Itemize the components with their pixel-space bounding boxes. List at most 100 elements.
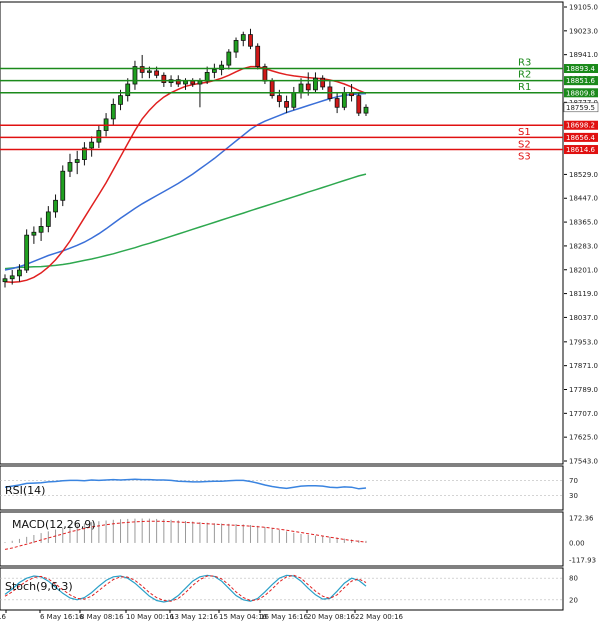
- level-name-r1: R1: [518, 82, 531, 93]
- candle-body: [226, 51, 232, 66]
- y-tick-label: 18283.0: [569, 242, 598, 250]
- candle: [67, 153, 73, 178]
- macd-tick-label: -117.93: [569, 557, 596, 565]
- candle: [82, 142, 87, 166]
- candle: [226, 49, 232, 70]
- level-name-s1: S1: [518, 127, 531, 138]
- macd-label: MACD(12,26,9): [12, 518, 96, 531]
- y-tick-label: 17953.0: [569, 338, 598, 346]
- candle: [284, 95, 289, 114]
- candle: [125, 78, 131, 102]
- y-tick-label: 18941.0: [569, 51, 598, 59]
- candle: [363, 104, 369, 116]
- macd-tick-label: 172.36: [569, 515, 594, 523]
- candle-body: [2, 278, 8, 283]
- candle-body: [38, 226, 44, 233]
- y-tick-label: 19105.0: [569, 4, 598, 12]
- y-tick-label: 18201.0: [569, 266, 598, 274]
- candle-body: [255, 45, 261, 67]
- candle-body: [60, 170, 66, 201]
- y-tick-label: 17871.0: [569, 362, 598, 370]
- candle: [161, 72, 167, 87]
- level-name-s2: S2: [518, 139, 531, 150]
- candle-body: [161, 74, 167, 83]
- candle-body: [284, 101, 289, 108]
- candle: [2, 274, 8, 288]
- candle-body: [211, 69, 217, 73]
- candle-body: [89, 141, 95, 149]
- level-value-r3: 18893.4: [566, 65, 595, 73]
- candle-body: [248, 34, 253, 47]
- moving-average-blue: [4, 92, 367, 271]
- candle-body: [320, 77, 326, 88]
- x-tick-label: 22 May 00:16: [355, 613, 404, 621]
- y-tick-label: 18365.0: [569, 219, 598, 227]
- candle-body: [240, 34, 246, 41]
- candle: [255, 43, 261, 70]
- candle-body: [363, 106, 369, 114]
- candle-body: [197, 80, 203, 85]
- candle: [320, 75, 326, 90]
- y-tick-label: 18529.0: [569, 171, 598, 179]
- candle-body: [74, 159, 80, 163]
- candle: [24, 229, 30, 273]
- candle-body: [356, 95, 362, 114]
- candle-body: [276, 95, 282, 102]
- y-tick-label: 18119.0: [569, 290, 598, 298]
- rsi-label: RSI(14): [5, 484, 45, 497]
- level-value-s1: 18698.2: [566, 122, 595, 130]
- candle-body: [31, 231, 37, 236]
- candle-body: [190, 80, 196, 85]
- candle: [45, 206, 51, 233]
- candle-body: [118, 95, 123, 105]
- candle: [327, 81, 333, 102]
- x-tick-label: 10 May 00:16: [126, 613, 175, 621]
- candle: [313, 72, 318, 93]
- level-name-r2: R2: [518, 70, 531, 81]
- y-tick-label: 17625.0: [569, 434, 598, 442]
- candle: [139, 54, 145, 79]
- x-tick-label: 4 May 04:16: [0, 613, 7, 621]
- moving-average-red: [4, 65, 367, 283]
- x-tick-label: 16 May 16:16: [260, 613, 309, 621]
- candle: [60, 165, 66, 207]
- level-name-r3: R3: [518, 58, 531, 69]
- candle-body: [125, 83, 131, 97]
- candle-body: [24, 234, 30, 271]
- level-name-s3: S3: [518, 152, 531, 163]
- x-tick-label: 13 May 12:16: [170, 613, 219, 621]
- main-pane-frame: [0, 1, 564, 465]
- candle: [110, 98, 116, 125]
- candle-body: [183, 80, 188, 85]
- rsi-line: [4, 478, 367, 490]
- candle-body: [204, 71, 210, 82]
- candle: [341, 86, 347, 111]
- candle: [38, 217, 44, 241]
- candle: [211, 63, 217, 79]
- candle: [74, 150, 80, 175]
- candle-body: [341, 92, 347, 108]
- stoch-tick-label: 20: [569, 596, 578, 604]
- candle-body: [154, 70, 160, 76]
- x-tick-label: 8 May 08:16: [80, 613, 124, 621]
- candle-body: [298, 83, 304, 94]
- candle-body: [334, 98, 340, 108]
- y-tick-label: 17707.0: [569, 410, 598, 418]
- trading-chart[interactable]: 19105.019023.018941.018859.018777.018695…: [0, 0, 600, 622]
- candle: [240, 31, 246, 47]
- candle-body: [53, 199, 58, 213]
- candle: [53, 194, 58, 218]
- candle-body: [110, 103, 116, 120]
- candle: [356, 92, 362, 116]
- candle-body: [305, 83, 311, 91]
- candle-body: [9, 275, 15, 280]
- y-tick-label: 17543.0: [569, 458, 598, 466]
- y-tick-label: 19023.0: [569, 27, 598, 35]
- y-tick-label: 17789.0: [569, 386, 598, 394]
- x-tick-label: 6 May 16:16: [40, 613, 84, 621]
- indicator-pane-frame-3: [0, 567, 564, 611]
- level-value-s2: 18656.4: [566, 134, 595, 142]
- candle-body: [233, 40, 239, 53]
- candle-body: [147, 70, 152, 73]
- candle: [291, 86, 297, 111]
